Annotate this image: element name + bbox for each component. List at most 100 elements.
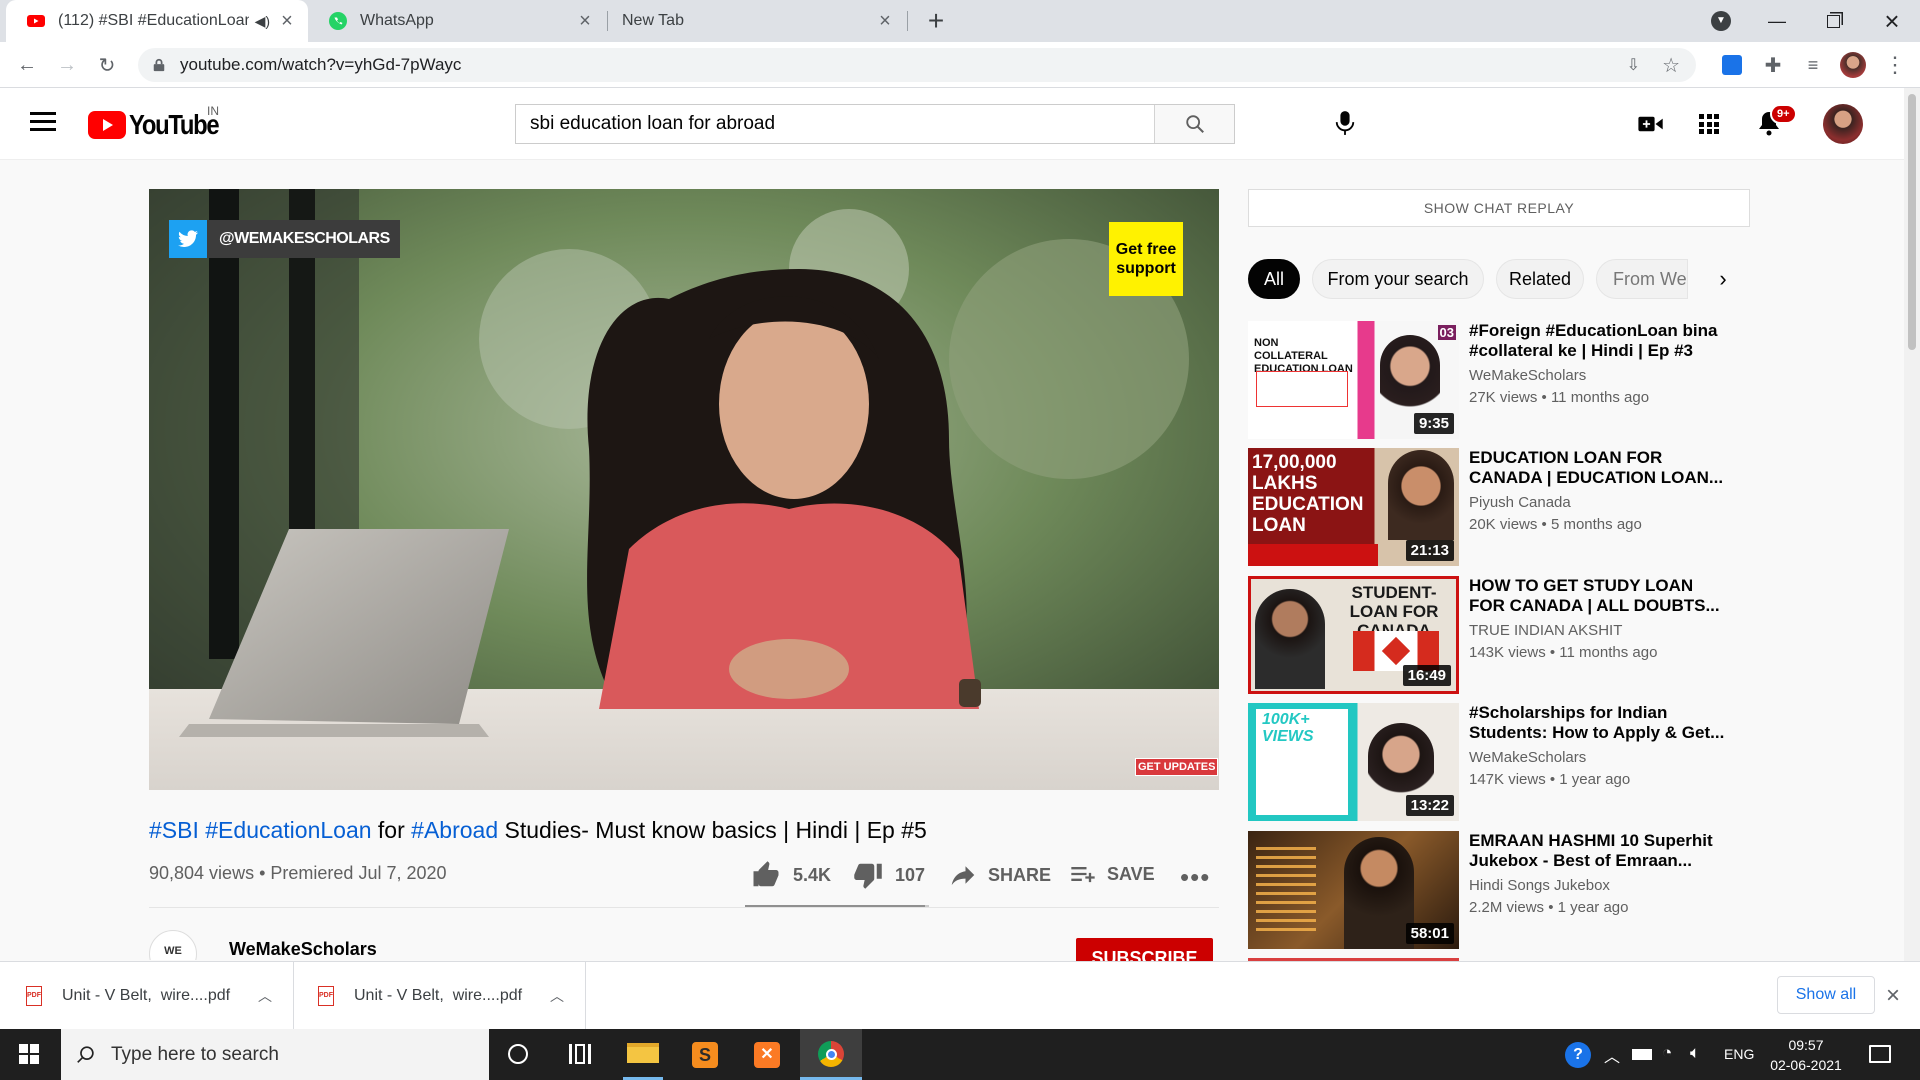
chips-next-chevron-icon[interactable]: › — [1708, 264, 1738, 294]
tab-close-icon[interactable]: × — [574, 10, 596, 33]
hashtag-abroad-link[interactable]: #Abroad — [411, 817, 498, 843]
video-player[interactable]: @WEMAKESCHOLARS Get free support GET UPD… — [149, 189, 1219, 790]
dislike-button[interactable]: 107 — [853, 860, 925, 890]
scrollbar-thumb[interactable] — [1908, 94, 1916, 350]
input-language[interactable]: ENG — [1724, 1046, 1754, 1062]
chip-from-we[interactable]: From We — [1596, 259, 1688, 299]
save-button[interactable]: SAVE — [1069, 860, 1155, 888]
sublime-text-icon[interactable]: S — [692, 1042, 718, 1068]
address-bar[interactable]: youtube.com/watch?v=yhGd-7pWayc ⇩ ☆ — [138, 48, 1696, 82]
notifications-bell-icon[interactable]: 9+ — [1757, 104, 1797, 141]
show-all-downloads-button[interactable]: Show all — [1777, 976, 1875, 1014]
recommendation-item[interactable]: STUDENT-LOAN FOR CANADA 16:49 HOW TO GET… — [1248, 576, 1720, 694]
recommendation-channel[interactable]: WeMakeScholars — [1469, 749, 1586, 766]
subscribe-button[interactable]: SUBSCRIBE — [1076, 938, 1213, 961]
tab-whatsapp[interactable]: WhatsApp × — [308, 0, 606, 42]
show-hidden-icons-chevron-icon[interactable]: ︿ — [1604, 1043, 1620, 1067]
restore-window-icon[interactable] — [1805, 0, 1861, 42]
chip-all[interactable]: All — [1248, 259, 1300, 299]
like-button[interactable]: 5.4K — [751, 860, 831, 890]
forward-arrow-icon[interactable]: → — [52, 50, 82, 80]
tab-close-icon[interactable]: × — [276, 10, 298, 33]
hamburger-menu-icon[interactable] — [30, 112, 56, 132]
back-arrow-icon[interactable]: ← — [12, 50, 42, 80]
channel-avatar[interactable]: WE — [149, 930, 197, 960]
lock-icon[interactable] — [152, 58, 166, 72]
recommendation-item[interactable]: NON COLLATERAL EDUCATION LOAN 03 9:35 #F… — [1248, 321, 1717, 439]
task-view-icon[interactable] — [569, 1044, 591, 1064]
recommendation-item[interactable]: 58:01 EMRAAN HASHMI 10 Superhit Jukebox … — [1248, 831, 1713, 949]
minimize-window-icon[interactable]: — — [1749, 0, 1805, 42]
tab-audio-icon[interactable]: ◀) — [255, 13, 270, 30]
show-chat-replay-button[interactable]: SHOW CHAT REPLAY — [1248, 189, 1750, 227]
recommendation-channel[interactable]: TRUE INDIAN AKSHIT — [1469, 622, 1622, 639]
chrome-taskbar-icon[interactable] — [800, 1029, 862, 1080]
recommendation-item[interactable]: 100K+ VIEWS 13:22 #Scholarships for Indi… — [1248, 703, 1724, 821]
create-video-icon[interactable] — [1638, 115, 1664, 138]
clock[interactable]: 09:57 02-06-2021 — [1760, 1035, 1852, 1075]
chrome-menu-icon[interactable]: ⋮ — [1880, 50, 1910, 80]
apps-grid-icon[interactable] — [1699, 114, 1719, 134]
windows-start-icon[interactable] — [19, 1044, 39, 1064]
reload-icon[interactable]: ↻ — [92, 50, 122, 80]
video-thumbnail[interactable]: NON COLLATERAL EDUCATION LOAN 03 9:35 — [1248, 321, 1459, 439]
show-chat-replay-label: SHOW CHAT REPLAY — [1423, 200, 1575, 216]
extensions-puzzle-icon[interactable]: ✚ — [1758, 50, 1788, 80]
recommendation-channel[interactable]: Piyush Canada — [1469, 494, 1571, 511]
tab-new-tab[interactable]: New Tab × — [608, 0, 906, 42]
video-thumbnail[interactable]: 58:01 — [1248, 831, 1459, 949]
extension-1-icon[interactable] — [1717, 50, 1747, 80]
download-options-chevron-icon[interactable]: ︿ — [550, 986, 564, 1006]
download-item[interactable]: PDF Unit - V Belt, wire....pdf ︿ — [0, 962, 294, 1030]
chip-from-your-search[interactable]: From your search — [1312, 259, 1484, 299]
account-avatar[interactable] — [1823, 104, 1863, 144]
xampp-icon[interactable]: ✕ — [754, 1042, 780, 1068]
voice-search-mic-icon[interactable] — [1334, 110, 1356, 141]
search-button[interactable] — [1154, 105, 1234, 143]
tab-search-chevron-icon[interactable]: ▼ — [1711, 11, 1731, 31]
recommendation-channel[interactable]: WeMakeScholars — [1469, 367, 1586, 384]
install-app-icon[interactable]: ⇩ — [1627, 55, 1640, 75]
chip-related[interactable]: Related — [1496, 259, 1584, 299]
video-thumbnail[interactable]: 17,00,000 LAKHS EDUCATION LOAN 21:13 — [1248, 448, 1459, 566]
search-input[interactable] — [516, 105, 1154, 143]
help-icon[interactable]: ? — [1565, 1042, 1591, 1068]
reading-list-icon[interactable]: ≡ — [1798, 50, 1828, 80]
battery-icon[interactable] — [1632, 1049, 1652, 1060]
recommendation-item[interactable]: 17,00,000 LAKHS EDUCATION LOAN 21:13 EDU… — [1248, 448, 1723, 566]
file-explorer-icon[interactable] — [623, 1029, 663, 1080]
new-tab-plus-icon[interactable]: + — [920, 5, 952, 37]
video-thumbnail[interactable]: 100K+ VIEWS 13:22 — [1248, 703, 1459, 821]
share-button[interactable]: SHARE — [948, 860, 1051, 890]
tab-close-icon[interactable]: × — [874, 10, 896, 33]
close-window-icon[interactable]: × — [1864, 0, 1920, 42]
download-item[interactable]: PDF Unit - V Belt, wire....pdf ︿ — [294, 962, 586, 1030]
cortana-circle-icon[interactable] — [508, 1044, 528, 1064]
recommendation-title[interactable]: EDUCATION LOAN FOR CANADA | EDUCATION LO… — [1469, 448, 1729, 488]
recommendation-title[interactable]: #Scholarships for Indian Students: How t… — [1469, 703, 1729, 743]
more-actions-icon[interactable]: ••• — [1180, 862, 1210, 893]
video-thumbnail[interactable]: STUDENT-LOAN FOR CANADA 16:49 — [1248, 576, 1459, 694]
bookmark-star-icon[interactable]: ☆ — [1662, 53, 1680, 78]
close-downloads-bar-icon[interactable]: × — [1886, 982, 1900, 1010]
hashtag-educationloan-link[interactable]: #EducationLoan — [205, 817, 371, 843]
recommendation-title[interactable]: EMRAAN HASHMI 10 Superhit Jukebox - Best… — [1469, 831, 1729, 871]
volume-icon[interactable]: 🔈︎ — [1690, 1043, 1700, 1063]
action-center-icon[interactable] — [1869, 1045, 1891, 1063]
recommendation-meta: 143K views • 11 months ago — [1469, 644, 1658, 661]
download-options-chevron-icon[interactable]: ︿ — [258, 986, 272, 1006]
page-scrollbar[interactable] — [1904, 88, 1920, 961]
recommendation-title[interactable]: HOW TO GET STUDY LOAN FOR CANADA | ALL D… — [1469, 576, 1729, 616]
wifi-icon[interactable]: ◔ — [1662, 1043, 1672, 1063]
hashtag-sbi-link[interactable]: #SBI — [149, 817, 199, 843]
recommendation-channel[interactable]: Hindi Songs Jukebox — [1469, 877, 1610, 894]
youtube-logo[interactable]: YouTube IN — [88, 104, 234, 140]
get-updates-badge[interactable]: GET UPDATES — [1135, 758, 1219, 776]
free-support-badge[interactable]: Get free support — [1109, 222, 1183, 296]
channel-name[interactable]: WeMakeScholars — [229, 939, 377, 960]
recommendation-title[interactable]: #Foreign #EducationLoan bina #collateral… — [1469, 321, 1729, 361]
profile-avatar-icon[interactable] — [1838, 50, 1868, 80]
taskbar-search-box[interactable]: Type here to search — [61, 1029, 489, 1080]
recommendation-meta: 20K views • 5 months ago — [1469, 516, 1642, 533]
tab-youtube[interactable]: (112) #SBI #EducationLoan for #Abroad St… — [6, 0, 308, 42]
